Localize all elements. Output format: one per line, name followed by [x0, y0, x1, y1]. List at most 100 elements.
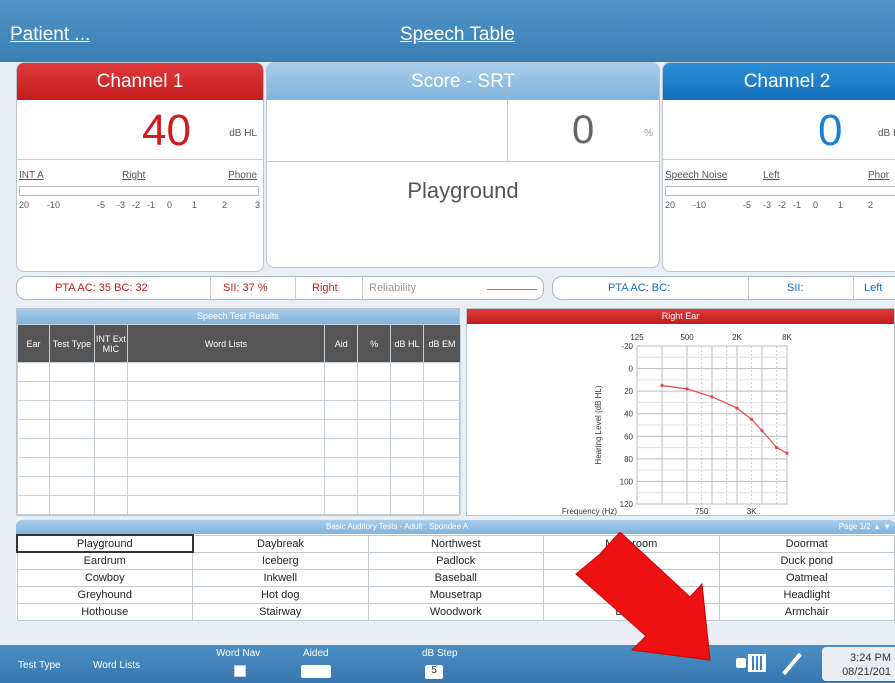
word-cell[interactable]: Greyhound — [16, 585, 193, 604]
table-cell — [93, 381, 128, 401]
word-cell[interactable]: Armchair — [718, 602, 895, 621]
y-tick-label: 20 — [624, 387, 633, 396]
x-tick-label: 2K — [732, 333, 742, 342]
table-cell — [423, 381, 461, 401]
table-cell — [126, 495, 326, 515]
x-axis-label: Frequency (Hz) — [562, 507, 617, 516]
clock-date: 08/21/201 — [842, 666, 891, 678]
reliability-field[interactable] — [487, 289, 537, 290]
annotation-arrow — [575, 532, 711, 661]
word-cell[interactable]: Playground — [16, 534, 194, 553]
table-cell — [390, 419, 425, 439]
wordlist-title: Basic Auditory Tests - Adult : Spondee A — [326, 522, 469, 531]
channel2-panel: Channel 2 0 dB H Speech Noise Left Phor … — [662, 62, 895, 272]
table-cell — [48, 400, 95, 420]
status-right: PTA AC: BC: SII: Left — [552, 276, 895, 300]
checkbox-icon[interactable] — [736, 658, 746, 668]
x-tick-label: 3K — [747, 507, 757, 516]
table-cell — [324, 381, 359, 401]
word-nav-checkbox[interactable] — [234, 665, 246, 677]
sii-left: SII: 37 % — [210, 277, 268, 299]
audiogram-title: Right Ear — [467, 309, 894, 324]
score-title: Score - SRT — [267, 63, 659, 100]
table-cell — [48, 457, 95, 477]
channel1-ear[interactable]: Right — [122, 170, 145, 181]
results-table: Ear Test Type INT Ext MIC Word Lists Aid… — [17, 324, 461, 515]
channel2-transducer[interactable]: Phor — [868, 170, 889, 181]
word-cell[interactable]: Daybreak — [192, 534, 369, 553]
channel1-transducer[interactable]: Phone — [228, 170, 257, 181]
table-cell — [17, 438, 50, 458]
threshold-point — [735, 406, 739, 410]
patient-link[interactable]: Patient ... — [10, 24, 90, 46]
table-cell — [126, 457, 326, 477]
col-transducer: INT Ext MIC — [93, 324, 128, 363]
wordlist-page-nav[interactable]: Page 1/2 ▲ ▼ — [839, 520, 891, 534]
word-cell[interactable]: Cowboy — [16, 568, 193, 587]
channel1-type[interactable]: INT A — [19, 170, 44, 181]
threshold-point — [710, 395, 714, 399]
word-lists-button[interactable]: Word Lists — [93, 660, 140, 671]
vu-tick-label: -1 — [793, 200, 802, 210]
word-cell[interactable]: Stairway — [192, 602, 369, 621]
table-cell — [48, 362, 95, 382]
vu-tick-label: 1 — [192, 200, 198, 210]
vu-tick-label: -5 — [743, 200, 752, 210]
aided-field[interactable] — [301, 665, 331, 678]
clock: 3:24 PM 08/21/201 — [822, 647, 895, 681]
vu-tick-label: -2 — [132, 200, 141, 210]
x-tick-label: 125 — [630, 333, 644, 342]
threshold-point — [685, 387, 689, 391]
table-row — [17, 400, 461, 420]
table-cell — [423, 400, 461, 420]
table-cell — [324, 400, 359, 420]
word-cell[interactable]: Inkwell — [192, 568, 369, 587]
table-row — [17, 438, 461, 458]
word-cell[interactable]: Northwest — [367, 534, 544, 553]
table-row — [17, 419, 461, 439]
table-cell — [126, 400, 326, 420]
table-cell — [390, 400, 425, 420]
pen-icon[interactable] — [782, 652, 802, 676]
vu-tick-label: 20 — [19, 200, 30, 210]
table-cell — [17, 400, 50, 420]
word-cell[interactable]: Headlight — [718, 585, 895, 604]
word-cell[interactable]: Woodwork — [367, 602, 544, 621]
table-cell — [324, 476, 359, 496]
table-cell — [48, 381, 95, 401]
vu-tick-label: -5 — [97, 200, 106, 210]
channel2-level[interactable]: 0 — [818, 106, 842, 156]
word-cell[interactable]: Oatmeal — [718, 568, 895, 587]
word-cell[interactable]: Doormat — [718, 534, 895, 553]
table-cell — [324, 362, 359, 382]
table-cell — [93, 419, 128, 439]
vu-tick-label: -3 — [763, 200, 772, 210]
table-cell — [357, 419, 392, 439]
x-tick-label: 750 — [695, 507, 709, 516]
table-cell — [357, 381, 392, 401]
y-tick-label: 0 — [629, 365, 634, 374]
keyboard-icon[interactable] — [748, 654, 766, 672]
word-cell[interactable]: Hot dog — [192, 585, 369, 604]
word-cell[interactable]: Duck pond — [718, 551, 895, 570]
vu-tick-label: -1 — [147, 200, 156, 210]
vu-tick-label: 2 — [222, 200, 228, 210]
word-cell[interactable]: Hothouse — [16, 602, 193, 621]
table-cell — [423, 476, 461, 496]
word-cell[interactable]: Baseball — [367, 568, 544, 587]
table-cell — [357, 476, 392, 496]
channel1-level[interactable]: 40 — [142, 106, 191, 156]
threshold-line — [661, 384, 788, 454]
test-type-button[interactable]: Test Type — [18, 660, 61, 671]
channel2-noise[interactable]: Speech Noise — [665, 170, 727, 181]
y-tick-label: 80 — [624, 455, 633, 464]
table-cell — [357, 400, 392, 420]
word-cell[interactable]: Padlock — [367, 551, 544, 570]
word-cell[interactable]: Iceberg — [192, 551, 369, 570]
word-cell[interactable]: Eardrum — [16, 551, 193, 570]
word-cell[interactable]: Mousetrap — [367, 585, 544, 604]
table-cell — [390, 438, 425, 458]
table-cell — [126, 419, 326, 439]
db-step-value[interactable]: 5 — [425, 665, 443, 679]
channel2-ear[interactable]: Left — [763, 170, 780, 181]
